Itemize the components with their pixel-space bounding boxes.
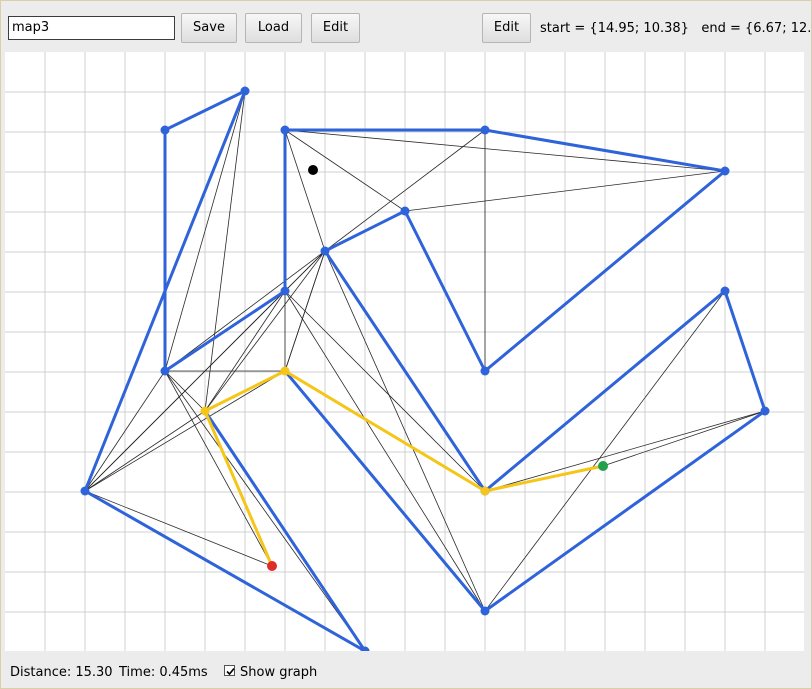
graph-edge <box>602 410 766 467</box>
obstacle-edge <box>83 489 367 651</box>
obstacle-vertex <box>720 166 730 176</box>
obstacle-vertex <box>480 125 490 135</box>
graph-edge <box>284 129 326 252</box>
path-vertex <box>480 486 490 496</box>
obstacle-vertex <box>160 125 170 135</box>
end-point <box>267 561 277 571</box>
start-point <box>598 461 608 471</box>
path-vertex <box>280 366 290 376</box>
cursor-marker <box>308 165 318 175</box>
graph-edge <box>284 250 326 292</box>
edit-button[interactable]: Edit <box>311 13 360 43</box>
status-bar: Distance: 15.30 Time: 0.45ms Show graph <box>0 652 812 688</box>
coordinates-readout: start = {14.95; 10.38} end = {6.67; 12.8… <box>540 21 812 36</box>
path-segment <box>483 464 605 493</box>
obstacle-edge <box>723 289 767 413</box>
shortest-path <box>203 369 605 568</box>
map-drawing[interactable] <box>5 52 804 651</box>
path-vertex <box>200 406 210 416</box>
time-readout: Time: 0.45ms <box>119 665 208 680</box>
graph-edge <box>164 370 273 567</box>
show-graph-checkbox[interactable] <box>224 665 235 676</box>
graph-edge <box>84 410 206 492</box>
graph-edge <box>284 290 486 492</box>
edit-points-button[interactable]: Edit <box>482 13 531 43</box>
graph-edge <box>164 370 366 651</box>
start-coordinates: start = {14.95; 10.38} <box>540 21 689 36</box>
graph-edge <box>84 370 286 492</box>
save-button[interactable]: Save <box>181 13 237 43</box>
distance-readout: Distance: 15.30 <box>10 665 113 680</box>
obstacle-edge <box>483 409 767 613</box>
checkmark-icon <box>226 667 235 676</box>
obstacle-vertex <box>320 246 330 256</box>
path-segment <box>283 369 487 493</box>
obstacle-edge <box>163 289 287 373</box>
special-points[interactable] <box>267 165 608 571</box>
obstacle-vertices[interactable] <box>80 86 770 652</box>
grid <box>5 52 804 651</box>
map-canvas[interactable] <box>5 52 804 651</box>
visibility-graph <box>84 90 766 651</box>
graph-edge <box>284 250 326 372</box>
obstacle-vertex <box>240 86 250 96</box>
obstacle-vertex <box>720 286 730 296</box>
map-name-input[interactable] <box>8 16 175 40</box>
end-coordinates: end = {6.67; 12.88} <box>701 21 812 36</box>
obstacle-vertex <box>160 366 170 376</box>
obstacle-vertex <box>280 125 290 135</box>
obstacle-vertex <box>760 406 770 416</box>
show-graph-label: Show graph <box>240 665 318 680</box>
graph-edge <box>284 129 726 172</box>
obstacle-vertex <box>480 606 490 616</box>
obstacle-vertex <box>480 366 490 376</box>
toolbar: Save Load Edit Edit start = {14.95; 10.3… <box>0 0 812 52</box>
obstacle-vertex <box>400 206 410 216</box>
load-button[interactable]: Load <box>245 13 302 43</box>
obstacle-vertex <box>80 486 90 496</box>
graph-edge <box>484 410 766 492</box>
graph-edge <box>284 129 406 212</box>
obstacle-vertex <box>280 286 290 296</box>
